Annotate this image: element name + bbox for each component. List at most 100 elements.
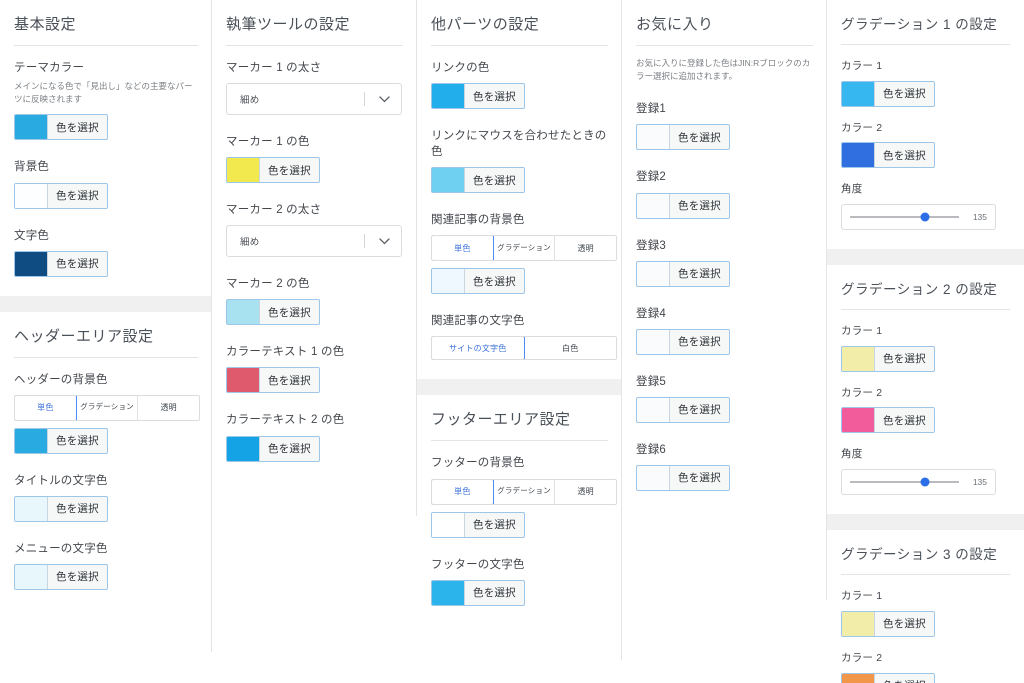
favorite-slot-3-picker-button[interactable]: 色を選択	[636, 260, 730, 287]
background-color-swatch	[15, 183, 48, 208]
gradation-2-angle-slider[interactable]: 135	[841, 469, 996, 496]
gradation-3-color-2-picker-button[interactable]: 色を選択	[841, 672, 935, 683]
slider-thumb[interactable]	[920, 477, 930, 487]
text-color-picker-label: 色を選択	[56, 258, 99, 271]
slider-thumb[interactable]	[920, 212, 930, 222]
header-background-color-picker-button[interactable]: 色を選択	[14, 427, 108, 454]
favorite-slot-4: 登録4 色を選択	[636, 306, 813, 355]
footer-text-color-label: フッターの文字色	[431, 558, 525, 571]
slider-track[interactable]	[850, 212, 959, 222]
footer-background-color-picker-button[interactable]: 色を選択	[431, 511, 525, 538]
related-background-type-group[interactable]: 単色 グラデーション 透明	[431, 235, 617, 262]
link-color-label: リンクの色	[431, 62, 490, 74]
colortext2-color-picker-button[interactable]: 色を選択	[226, 435, 320, 462]
slider-track[interactable]	[850, 477, 959, 487]
gradation-3-color-2-label: カラー 2	[841, 651, 883, 664]
favorite-slot-1-picker-label: 色を選択	[678, 131, 721, 144]
gradation-2-color-1-picker-button[interactable]: 色を選択	[841, 345, 935, 372]
footer-background-picker-label: 色を選択	[473, 519, 516, 532]
gradation-2-angle-value: 135	[972, 477, 987, 488]
colortext1-color-picker-button[interactable]: 色を選択	[226, 367, 320, 394]
footer-background-color-swatch	[432, 512, 465, 537]
marker2-color-swatch	[227, 300, 260, 325]
column-writing-tools: 執筆ツールの設定 マーカー 1 の太さ 細め マーカー 1 の色 色を選択 マー…	[212, 0, 417, 683]
header-background-color-swatch	[15, 428, 48, 453]
title-text-color-swatch	[15, 496, 48, 521]
favorite-slot-6-swatch	[637, 465, 670, 490]
background-color-picker-label: 色を選択	[56, 190, 99, 203]
column-other-parts: 他パーツの設定 リンクの色 色を選択 リンクにマウスを合わせたときの色 色を選択	[417, 0, 622, 683]
footer-bg-option-transparent[interactable]: 透明	[555, 479, 616, 504]
column-favorites: お気に入り お気に入りに登録した色はJIN:Rブロックのカラー選択に追加されます…	[622, 0, 827, 683]
gradation-1-color-1-picker-button[interactable]: 色を選択	[841, 80, 935, 107]
gradation-1-color-2-picker-button[interactable]: 色を選択	[841, 142, 935, 169]
favorite-slot-6-picker-button[interactable]: 色を選択	[636, 464, 730, 491]
favorite-slot-5-swatch	[637, 397, 670, 422]
menu-text-color-picker-label: 色を選択	[56, 571, 99, 584]
title-text-color-label: タイトルの文字色	[14, 474, 108, 487]
link-color-picker-label: 色を選択	[473, 90, 516, 103]
gradation-2-color-2-picker-button[interactable]: 色を選択	[841, 407, 935, 434]
background-color-picker-button[interactable]: 色を選択	[14, 182, 108, 209]
gradation-1-angle: 角度 135	[841, 182, 1010, 231]
section-title-favorites: お気に入り	[636, 0, 813, 46]
related-text-color-group[interactable]: サイトの文字色 白色	[431, 336, 617, 361]
marker1-color-picker-button[interactable]: 色を選択	[226, 157, 320, 184]
gradation-3-color-2-swatch	[842, 673, 875, 683]
gradation-2-color-2-picker-label: 色を選択	[883, 414, 926, 427]
related-bg-option-transparent[interactable]: 透明	[555, 236, 616, 261]
favorite-slot-5-picker-button[interactable]: 色を選択	[636, 396, 730, 423]
link-hover-color-label: リンクにマウスを合わせたときの色	[431, 130, 607, 159]
marker2-weight-select[interactable]: 細め	[226, 225, 402, 258]
gradation-3-color-1-picker-button[interactable]: 色を選択	[841, 610, 935, 637]
menu-text-color-picker-button[interactable]: 色を選択	[14, 563, 108, 590]
link-color-picker-button[interactable]: 色を選択	[431, 83, 525, 110]
colortext2-color-swatch	[227, 436, 260, 461]
marker2-color-picker-button[interactable]: 色を選択	[226, 299, 320, 326]
footer-background-type-group[interactable]: 単色 グラデーション 透明	[431, 478, 617, 505]
related-text-color-label: 関連記事の文字色	[431, 315, 525, 328]
gradation-3-color-1-picker-label: 色を選択	[883, 618, 926, 631]
field-background-color: 背景色 色を選択	[14, 159, 198, 209]
footer-text-color-picker-button[interactable]: 色を選択	[431, 579, 525, 606]
favorite-slot-4-picker-button[interactable]: 色を選択	[636, 328, 730, 355]
related-text-option-site-color[interactable]: サイトの文字色	[432, 337, 525, 360]
related-text-option-white[interactable]: 白色	[524, 337, 616, 360]
favorite-slot-2-label: 登録2	[636, 171, 666, 184]
favorite-slot-1: 登録1 色を選択	[636, 101, 813, 151]
marker1-weight-select[interactable]: 細め	[226, 83, 402, 116]
related-bg-option-solid[interactable]: 単色	[432, 236, 494, 261]
header-background-type-group[interactable]: 単色 グラデーション 透明	[14, 394, 200, 421]
text-color-swatch	[15, 251, 48, 276]
favorite-slot-2-swatch	[637, 193, 670, 218]
column-gradations: グラデーション 1 の設定 カラー 1 色を選択 カラー 2 色を選択 角度 1…	[827, 0, 1024, 683]
section-title-gradation-2: グラデーション 2 の設定	[841, 265, 1010, 311]
text-color-picker-button[interactable]: 色を選択	[14, 250, 108, 277]
gradation-1-color-2-swatch	[842, 143, 875, 168]
favorite-slot-1-picker-button[interactable]: 色を選択	[636, 124, 730, 151]
gradation-3-color-1-label: カラー 1	[841, 590, 883, 603]
marker1-weight-value: 細め	[240, 95, 260, 107]
section-title-header-area: ヘッダーエリア設定	[14, 312, 198, 358]
header-bg-option-solid[interactable]: 単色	[15, 395, 77, 420]
header-bg-option-gradient[interactable]: グラデーション	[76, 395, 139, 420]
favorite-slot-2-picker-button[interactable]: 色を選択	[636, 192, 730, 219]
section-spacer-band	[417, 379, 622, 396]
favorite-slot-5-label: 登録5	[636, 375, 666, 388]
related-background-color-picker-button[interactable]: 色を選択	[431, 268, 525, 295]
theme-color-picker-button[interactable]: 色を選択	[14, 114, 108, 141]
select-divider	[364, 234, 365, 249]
gradation-1-color-2-label: カラー 2	[841, 121, 883, 134]
gradation-1-angle-slider[interactable]: 135	[841, 204, 996, 231]
gradation-1-angle-value: 135	[972, 212, 987, 223]
colortext2-color-label: カラーテキスト 2 の色	[226, 414, 345, 427]
section-title-writing-tools: 執筆ツールの設定	[226, 0, 403, 46]
footer-bg-option-gradient[interactable]: グラデーション	[493, 479, 556, 504]
header-bg-option-transparent[interactable]: 透明	[138, 395, 199, 420]
menu-text-color-swatch	[15, 564, 48, 589]
section-spacer-band	[827, 249, 1024, 266]
title-text-color-picker-button[interactable]: 色を選択	[14, 495, 108, 522]
footer-bg-option-solid[interactable]: 単色	[432, 479, 494, 504]
related-bg-option-gradient[interactable]: グラデーション	[493, 236, 556, 261]
link-hover-color-picker-button[interactable]: 色を選択	[431, 167, 525, 194]
